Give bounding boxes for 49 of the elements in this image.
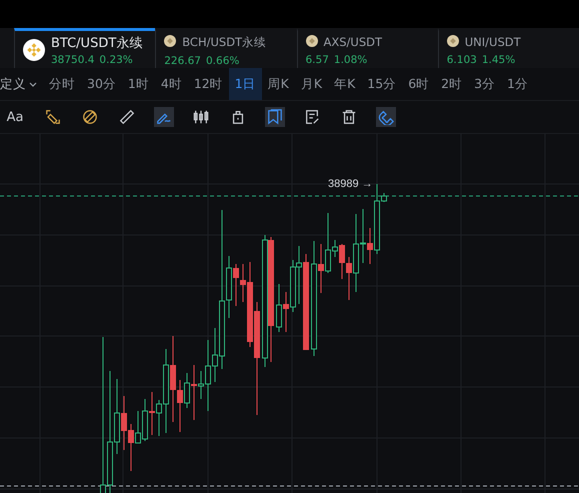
ruler-circle-icon <box>82 109 98 125</box>
ticker-tab[interactable]: UNI/USDT 6.103 1.45% <box>438 28 579 68</box>
magnet-icon <box>378 109 394 125</box>
drawing-tool-button[interactable] <box>43 107 63 127</box>
interval-tab[interactable]: 30分 <box>81 68 122 100</box>
interval-tab[interactable]: 4时 <box>154 68 188 100</box>
caret-icon <box>29 82 37 86</box>
interval-tab[interactable]: 12时 <box>188 68 229 100</box>
drawing-tool-button[interactable] <box>117 107 137 127</box>
ticker-price: 6.57 <box>306 54 329 66</box>
trash-icon <box>341 109 357 125</box>
coin-icon <box>446 35 459 47</box>
font-tool-button[interactable]: Aa <box>4 107 26 127</box>
bookmark-icon <box>267 109 283 125</box>
coin-icon <box>164 35 176 47</box>
candlestick-icon <box>193 109 209 125</box>
high-price-label: 38989 → <box>328 178 373 190</box>
interval-tab[interactable]: 2时 <box>435 68 468 100</box>
ticker-change: 0.66% <box>206 55 240 67</box>
interval-tab[interactable]: 3分 <box>468 68 502 100</box>
ticker-symbol: BTC/USDT永续 <box>51 34 142 52</box>
ticker-change: 1.08% <box>334 54 368 66</box>
interval-tab[interactable]: 1日 <box>228 68 262 100</box>
ticker-change: 0.23% <box>99 54 133 66</box>
ticker-change: 1.45% <box>482 54 516 66</box>
interval-tab[interactable]: 分时 <box>43 68 81 100</box>
ticker-price: 6.103 <box>446 54 477 66</box>
edit-note-icon <box>304 109 320 125</box>
coin-icon <box>23 38 45 60</box>
interval-tab[interactable]: 月K <box>294 68 328 100</box>
ticker-price: 38750.4 <box>51 54 94 66</box>
ruler-frame-icon <box>45 109 61 125</box>
ticker-price: 226.67 <box>164 55 201 67</box>
interval-tab[interactable]: 1时 <box>122 68 155 100</box>
coin-icon <box>306 35 318 47</box>
interval-tab[interactable]: 15分 <box>361 68 402 100</box>
custom-interval-dropdown[interactable]: 定义 <box>0 68 43 100</box>
interval-tab[interactable]: 年K <box>328 68 362 100</box>
ruler-icon <box>119 109 135 125</box>
interval-tab[interactable]: 6时 <box>402 68 436 100</box>
ticker-symbol: BCH/USDT永续 <box>182 35 266 50</box>
ticker-tab[interactable]: AXS/USDT 6.57 1.08% <box>296 28 438 68</box>
drawing-tool-button[interactable] <box>80 107 100 127</box>
interval-tab[interactable]: 周K <box>262 68 295 100</box>
ticker-symbol: UNI/USDT <box>464 35 521 49</box>
lock-icon <box>230 109 246 125</box>
interval-tab[interactable]: 1分 <box>501 68 534 100</box>
ticker-symbol: AXS/USDT <box>324 35 382 49</box>
ticker-tab[interactable]: BTC/USDT永续 38750.4 0.23% <box>14 28 156 68</box>
